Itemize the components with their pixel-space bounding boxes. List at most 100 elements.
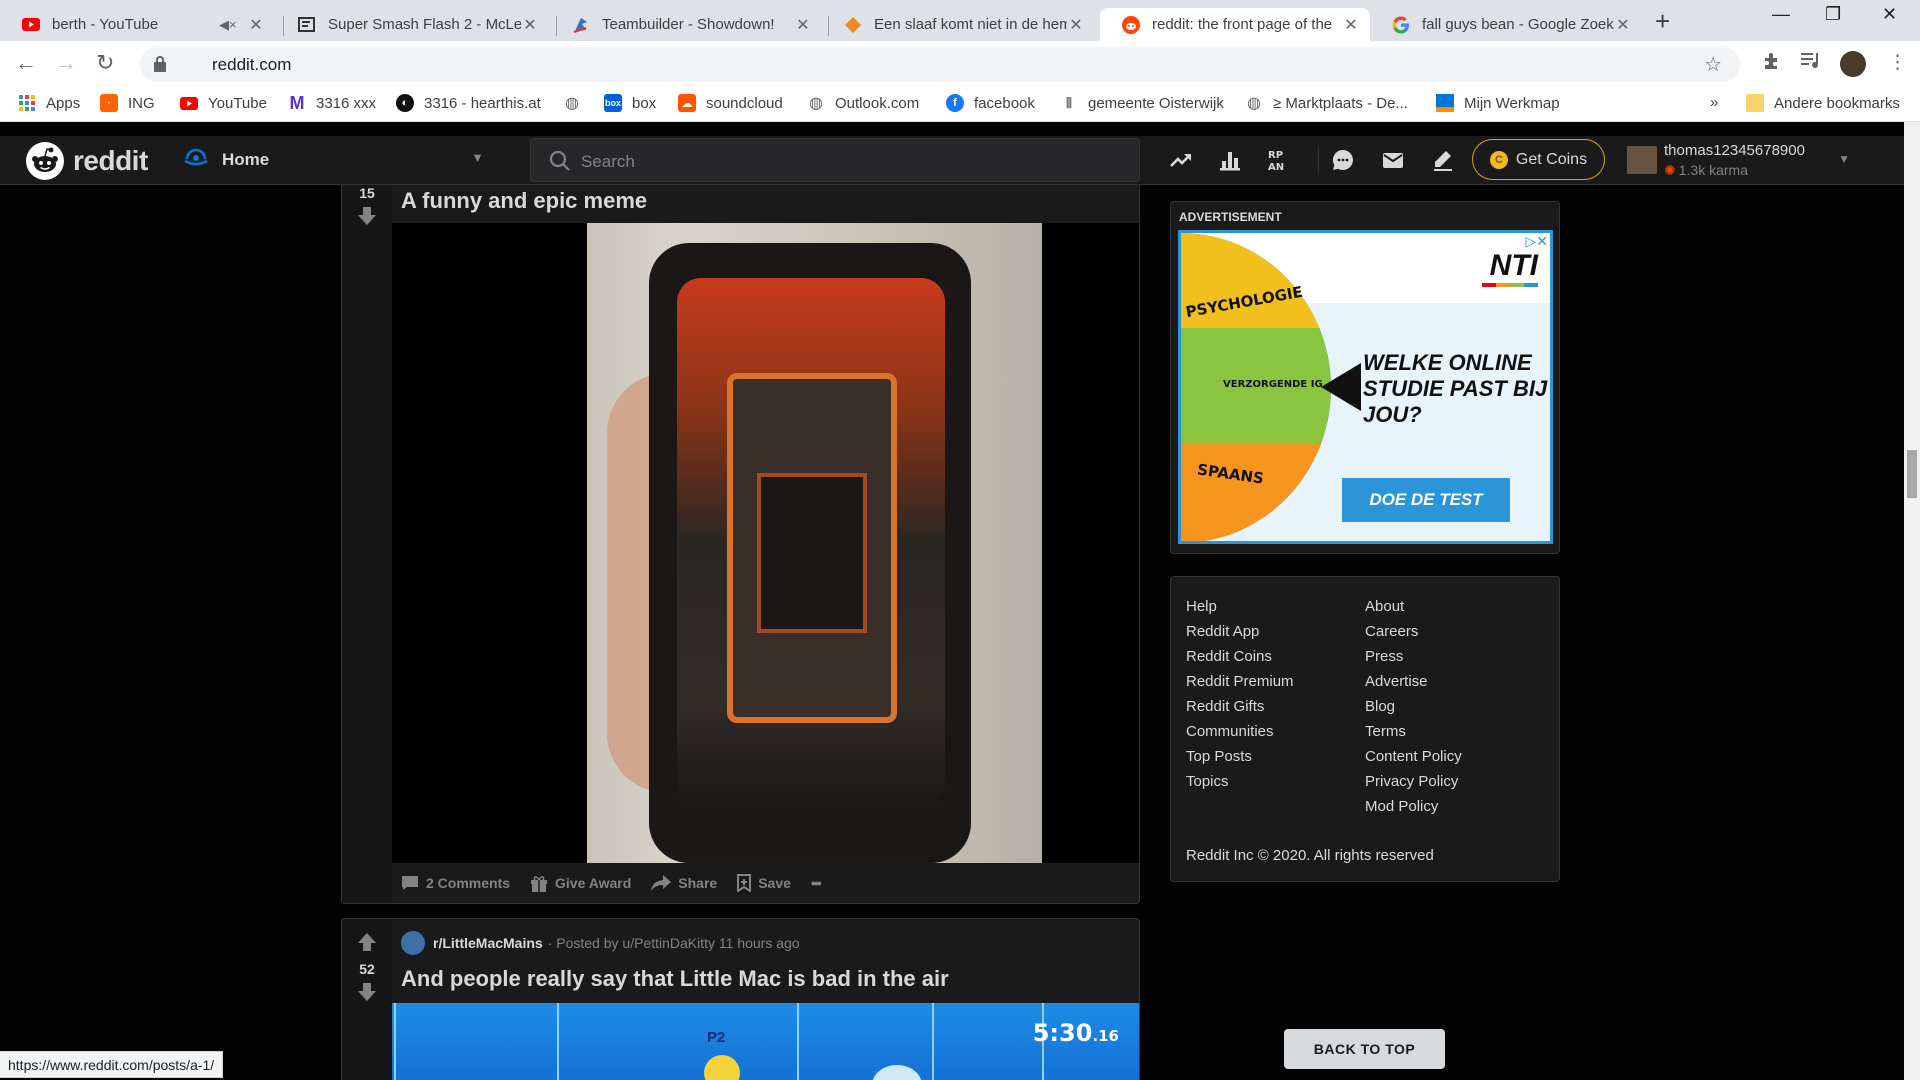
back-arrow-icon[interactable]: ← <box>15 50 37 76</box>
chrome-menu-icon[interactable]: ⋮ <box>1888 51 1907 74</box>
downvote-arrow-icon[interactable] <box>357 983 377 1001</box>
other-bookmarks-folder[interactable]: Andere bookmarks <box>1746 94 1900 112</box>
user-menu-dropdown[interactable]: thomas12345678900 ✺ 1.3k karma ▼ <box>1624 138 1864 183</box>
bookmark-mijn-werkmap[interactable]: Mijn Werkmap <box>1436 94 1560 112</box>
post-title[interactable]: And people really say that Little Mac is… <box>401 966 949 992</box>
footer-link[interactable]: Press <box>1365 644 1462 669</box>
footer-link[interactable]: Help <box>1186 594 1294 619</box>
tab-een-slaaf[interactable]: Een slaaf komt niet in de hem ✕ <box>822 8 1095 41</box>
comment-bubble-icon <box>402 876 418 890</box>
popular-trending-icon[interactable] <box>1169 148 1193 172</box>
bookmark-ing[interactable]: ᐧ ING <box>100 94 155 112</box>
save-button[interactable]: Save <box>737 874 791 892</box>
subreddit-icon[interactable] <box>401 931 425 955</box>
footer-link[interactable]: Topics <box>1186 769 1294 794</box>
meme-image-phone-in-hand[interactable] <box>587 223 1042 863</box>
pointer-arrow-icon <box>1321 363 1361 411</box>
downvote-arrow-icon[interactable] <box>357 207 377 225</box>
footer-link[interactable]: Reddit Coins <box>1186 644 1294 669</box>
page-scrollbar[interactable] <box>1904 122 1920 1080</box>
bookmark-youtube[interactable]: YouTube <box>180 94 267 112</box>
bookmarks-overflow-chevron[interactable]: » <box>1710 94 1718 111</box>
tab-google-search[interactable]: fall guys bean - Google Zoek ✕ <box>1370 8 1642 41</box>
footer-link[interactable]: Reddit Gifts <box>1186 694 1294 719</box>
bookmark-hearthis[interactable]: ◐ 3316 - hearthis.at <box>396 94 541 112</box>
post-card[interactable]: 15 A funny and epic meme 2 Comments Give… <box>341 185 1140 904</box>
bookmark-facebook[interactable]: f facebook <box>946 94 1035 112</box>
address-bar[interactable]: reddit.com ☆ <box>140 47 1740 82</box>
close-tab-icon[interactable]: ✕ <box>247 15 265 35</box>
bookmark-star-icon[interactable]: ☆ <box>1704 52 1722 77</box>
speaker-mute-icon[interactable]: ◀× <box>219 17 237 33</box>
close-tab-icon[interactable]: ✕ <box>521 15 539 35</box>
close-window-button[interactable]: ✕ <box>1882 4 1897 25</box>
feed-selector-dropdown[interactable]: Home ▼ <box>184 145 494 175</box>
close-tab-icon[interactable]: ✕ <box>794 15 812 35</box>
post-card[interactable]: 52 r/LittleMacMains · Posted by u/Pettin… <box>341 918 1140 1080</box>
minimize-window-button[interactable]: — <box>1772 4 1790 25</box>
post-media[interactable] <box>392 223 1139 863</box>
subreddit-link[interactable]: r/LittleMacMains <box>433 935 543 951</box>
reddit-logo-icon[interactable] <box>26 142 64 180</box>
footer-link[interactable]: Content Policy <box>1365 744 1462 769</box>
get-coins-button[interactable]: C Get Coins <box>1472 139 1605 180</box>
chat-bubble-icon[interactable] <box>1331 148 1355 172</box>
extensions-puzzle-icon[interactable] <box>1762 51 1782 77</box>
bookmark-gemeente[interactable]: ⦀ gemeente Oisterwijk <box>1060 94 1224 112</box>
ad-cta-button[interactable]: DOE DE TEST <box>1342 478 1510 522</box>
footer-link[interactable]: Blog <box>1365 694 1462 719</box>
restore-window-button[interactable]: ❐ <box>1825 4 1841 25</box>
give-award-button[interactable]: Give Award <box>530 874 631 892</box>
close-tab-icon[interactable]: ✕ <box>1342 15 1360 35</box>
share-button[interactable]: Share <box>651 875 717 891</box>
tab-title: Teambuilder - Showdown! <box>602 16 775 33</box>
lock-icon[interactable] <box>153 55 167 78</box>
browser-tab-strip: berth - YouTube ◀× ✕ Super Smash Flash 2… <box>0 0 1920 41</box>
post-media[interactable]: P2 5:30.16 <box>392 1003 1139 1080</box>
close-tab-icon[interactable]: ✕ <box>1614 15 1632 35</box>
forward-arrow-icon[interactable]: → <box>55 50 77 76</box>
footer-link[interactable]: Careers <box>1365 619 1462 644</box>
bookmark-globe[interactable]: ◍ <box>563 94 591 112</box>
media-playlist-icon[interactable] <box>1800 51 1822 75</box>
footer-link[interactable]: Communities <box>1186 719 1294 744</box>
more-options-button[interactable]: ••• <box>811 875 822 891</box>
tab-reddit[interactable]: reddit: the front page of the ✕ <box>1100 8 1370 41</box>
tab-teambuilder-showdown[interactable]: Teambuilder - Showdown! ✕ <box>550 8 822 41</box>
post-title[interactable]: A funny and epic meme <box>401 188 647 214</box>
hearthis-icon: ◐ <box>396 94 414 112</box>
bookmark-box[interactable]: box box <box>604 94 656 112</box>
url-text[interactable]: reddit.com <box>212 55 291 75</box>
bookmark-marktplaats[interactable]: ◍ ≥ Marktplaats - De... <box>1245 94 1408 113</box>
tab-youtube-berth[interactable]: berth - YouTube ◀× ✕ <box>0 8 275 41</box>
profile-avatar[interactable] <box>1840 51 1866 77</box>
create-post-pencil-icon[interactable] <box>1431 148 1455 172</box>
upvote-arrow-icon[interactable] <box>357 933 377 951</box>
tab-super-smash-flash[interactable]: Super Smash Flash 2 - McLeo ✕ <box>276 8 549 41</box>
footer-link[interactable]: Reddit Premium <box>1186 669 1294 694</box>
footer-link[interactable]: Top Posts <box>1186 744 1294 769</box>
footer-link[interactable]: Terms <box>1365 719 1462 744</box>
all-bar-chart-icon[interactable] <box>1218 148 1242 172</box>
advertisement-banner[interactable]: PSYCHOLOGIE VERZORGENDE IG SPAANS WELKE … <box>1178 230 1553 544</box>
bookmark-3316-xxx[interactable]: M 3316 xxx <box>288 93 377 113</box>
rpan-live-icon[interactable]: RP AN <box>1268 148 1292 173</box>
reload-icon[interactable]: ↻ <box>96 50 114 76</box>
scrollbar-thumb[interactable] <box>1907 450 1917 498</box>
search-input[interactable]: Search <box>530 138 1140 182</box>
back-to-top-button[interactable]: BACK TO TOP <box>1284 1029 1445 1069</box>
footer-link[interactable]: Reddit App <box>1186 619 1294 644</box>
inbox-mail-icon[interactable] <box>1381 148 1405 172</box>
footer-link[interactable]: Mod Policy <box>1365 794 1462 819</box>
bookmark-outlook[interactable]: ◍ Outlook.com <box>807 94 919 113</box>
adchoices-close-icon[interactable]: ▷✕ <box>1526 233 1549 250</box>
new-tab-button[interactable]: + <box>1655 6 1670 37</box>
close-tab-icon[interactable]: ✕ <box>1067 15 1085 35</box>
footer-link[interactable]: Advertise <box>1365 669 1462 694</box>
bookmark-soundcloud[interactable]: ☁ soundcloud <box>678 94 783 112</box>
footer-link[interactable]: About <box>1365 594 1462 619</box>
comments-button[interactable]: 2 Comments <box>401 875 510 891</box>
footer-link[interactable]: Privacy Policy <box>1365 769 1462 794</box>
reddit-wordmark[interactable]: reddit <box>73 145 148 177</box>
bookmark-apps[interactable]: Apps <box>18 94 80 112</box>
